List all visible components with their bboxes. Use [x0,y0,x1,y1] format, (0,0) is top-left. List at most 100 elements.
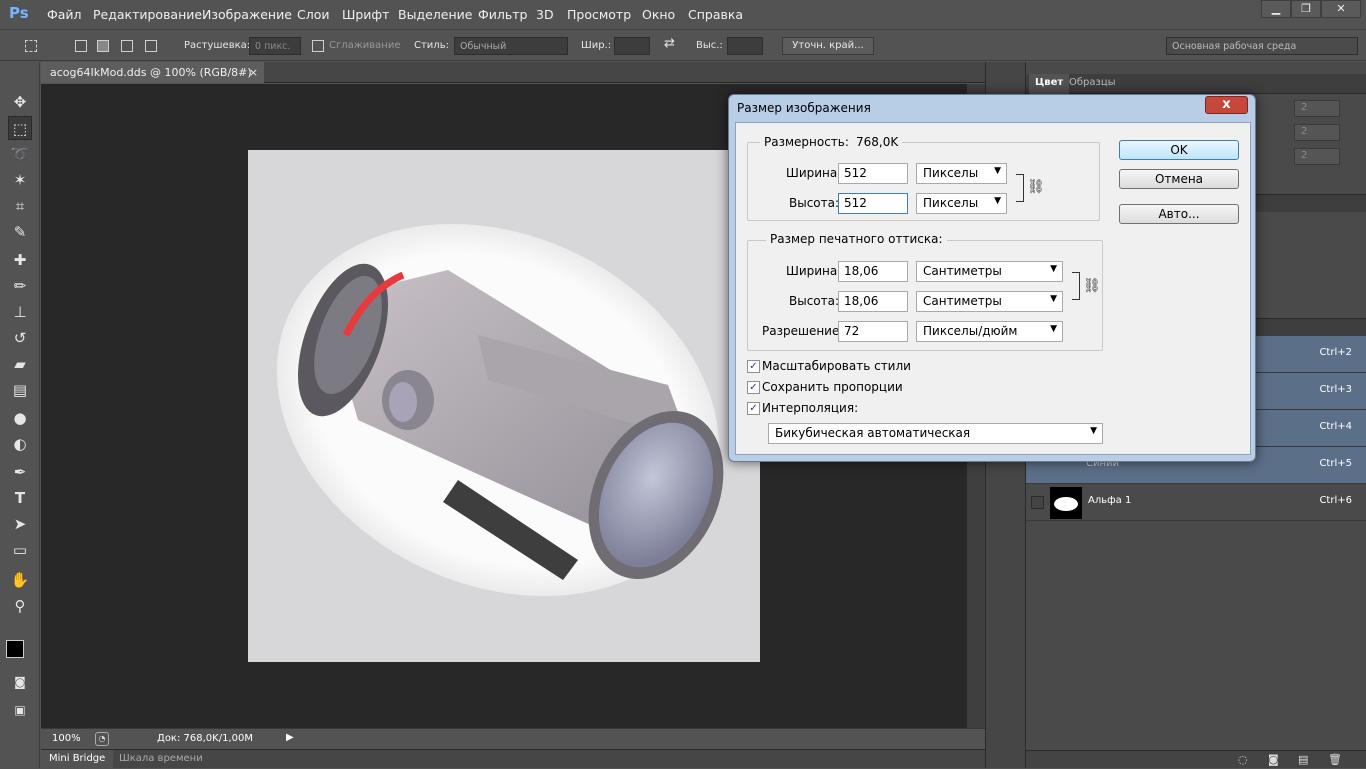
px-width-input[interactable]: 512 [838,163,908,184]
width-input[interactable] [614,37,650,55]
screen-mode-icon[interactable]: ▣ [8,698,32,722]
print-height-unit-select[interactable]: Сантиметры ▼ [916,291,1063,312]
resolution-unit-select[interactable]: Пикселы/дюйм ▼ [916,321,1063,342]
workspace-select[interactable]: Основная рабочая среда [1166,37,1358,55]
tab-swatches[interactable]: Образцы [1069,77,1116,88]
blur-tool-icon[interactable]: ● [8,406,32,430]
menu-layers[interactable]: Слои [297,7,330,22]
subtract-selection-icon[interactable] [121,40,133,52]
height-input[interactable] [727,37,763,55]
scale-styles-checkbox[interactable]: ✓ [747,360,760,373]
document-tab-bar: acog64IkMod.dds @ 100% (RGB/8#) × [41,62,985,83]
history-brush-tool-icon[interactable]: ↺ [8,326,32,350]
move-tool-icon[interactable]: ✥ [8,90,32,114]
cancel-button[interactable]: Отмена [1119,169,1239,189]
print-height-input[interactable]: 18,06 [838,291,908,312]
style-select[interactable]: Обычный [454,37,568,55]
chevron-down-icon: ▼ [1050,324,1057,334]
gradient-tool-icon[interactable]: ▤ [8,378,32,402]
new-channel-icon[interactable]: ▤ [1298,753,1308,766]
healing-brush-tool-icon[interactable]: ✚ [8,248,32,272]
menu-file[interactable]: Файл [47,7,82,22]
stamp-tool-icon[interactable]: ⊥ [8,300,32,324]
px-width-unit-select[interactable]: Пикселы ▼ [916,163,1007,184]
brush-tool-icon[interactable]: ✏ [8,274,32,298]
lasso-tool-icon[interactable]: ➰ [8,142,32,166]
intersect-selection-icon[interactable] [145,40,157,52]
menu-type[interactable]: Шрифт [342,7,389,22]
constrain-proportions-checkbox[interactable]: ✓ [747,381,760,394]
type-tool-icon[interactable]: T [8,486,32,510]
hand-tool-icon[interactable]: ✋ [8,568,32,592]
magic-wand-tool-icon[interactable]: ✶ [8,168,32,192]
resample-method: Бикубическая автоматическая [775,426,971,440]
marquee-tool-icon[interactable] [25,40,37,52]
save-selection-icon[interactable]: ◙ [1268,753,1279,766]
print-height-label: Высота: [789,294,840,308]
crop-tool-icon[interactable]: ⌗ [8,194,32,218]
load-selection-icon[interactable]: ◌ [1238,753,1248,766]
resolution-input[interactable]: 72 [838,321,908,342]
menu-image[interactable]: Изображение [202,7,292,22]
menu-select[interactable]: Выделение [398,7,472,22]
tab-timeline[interactable]: Шкала времени [119,753,203,764]
zoom-tool-icon[interactable]: ⚲ [8,594,32,618]
antialias-label: Сглаживание [329,40,401,51]
resample-method-select[interactable]: Бикубическая автоматическая ▼ [768,423,1103,444]
rect-marquee-tool-icon[interactable]: ⬚ [8,116,32,140]
auto-button[interactable]: Авто... [1119,204,1239,224]
document-canvas[interactable] [248,150,760,662]
path-select-tool-icon[interactable]: ➤ [8,512,32,536]
menu-view[interactable]: Просмотр [567,7,631,22]
alpha-thumbnail [1050,487,1082,519]
menu-bar: Ps Файл Редактирование Изображение Слои … [0,0,1366,28]
document-tab[interactable]: acog64IkMod.dds @ 100% (RGB/8#) × [41,62,264,83]
menu-window[interactable]: Окно [642,7,675,22]
blue-value-input[interactable]: 2 [1294,148,1340,165]
new-selection-icon[interactable] [75,40,87,52]
px-height-input[interactable]: 512 [838,193,908,214]
menu-edit[interactable]: Редактирование [93,7,202,22]
antialias-checkbox[interactable] [312,40,324,52]
resample-checkbox[interactable]: ✓ [747,402,760,415]
dodge-tool-icon[interactable]: ◐ [8,432,32,456]
visibility-toggle[interactable] [1031,496,1044,509]
menu-filter[interactable]: Фильтр [478,7,527,22]
red-value-input[interactable]: 2 [1294,100,1340,117]
close-tab-icon[interactable]: × [249,66,258,79]
channel-name: Альфа 1 [1088,495,1132,506]
tab-mini-bridge[interactable]: Mini Bridge [41,750,114,769]
resolution-label: Разрешение: [762,324,844,338]
minimize-button[interactable]: ▁ [1261,0,1291,18]
channel-row[interactable]: Альфа 1 Ctrl+6 [1026,484,1366,521]
px-height-label: Высота: [789,196,840,210]
eyedropper-tool-icon[interactable]: ✎ [8,220,32,244]
eraser-tool-icon[interactable]: ▰ [8,352,32,376]
px-height-unit-select[interactable]: Пикселы ▼ [916,193,1007,214]
quick-mask-icon[interactable]: ◙ [8,670,32,694]
rectangle-tool-icon[interactable]: ▭ [8,538,32,562]
print-height-unit: Сантиметры [923,294,1002,308]
green-value-input[interactable]: 2 [1294,124,1340,141]
pen-tool-icon[interactable]: ✒ [8,460,32,484]
feather-input[interactable]: 0 пикс. [249,37,301,55]
restore-button[interactable]: ❐ [1291,0,1321,18]
delete-channel-icon[interactable]: 🗑 [1328,753,1342,766]
dialog-close-button[interactable]: x [1205,96,1248,114]
status-menu-arrow-icon[interactable]: ▶ [286,732,294,743]
menu-help[interactable]: Справка [688,7,743,22]
add-selection-icon[interactable] [97,40,109,52]
zoom-level[interactable]: 100% [52,733,81,744]
close-window-button[interactable]: ✕ [1321,0,1361,18]
print-width-unit-select[interactable]: Сантиметры ▼ [916,261,1063,282]
ok-button[interactable]: OK [1119,140,1239,160]
app-logo: Ps [9,4,29,22]
menu-3d[interactable]: 3D [536,7,554,22]
print-width-input[interactable]: 18,06 [838,261,908,282]
swap-icon[interactable]: ⇄ [664,36,675,51]
chain-link-icon: ⛓ [1083,278,1101,294]
tab-color[interactable]: Цвет [1029,74,1070,94]
status-info-icon[interactable]: ◔ [95,732,109,746]
foreground-color-swatch[interactable] [6,640,24,658]
refine-edge-button[interactable]: Уточн. край... [782,37,874,55]
